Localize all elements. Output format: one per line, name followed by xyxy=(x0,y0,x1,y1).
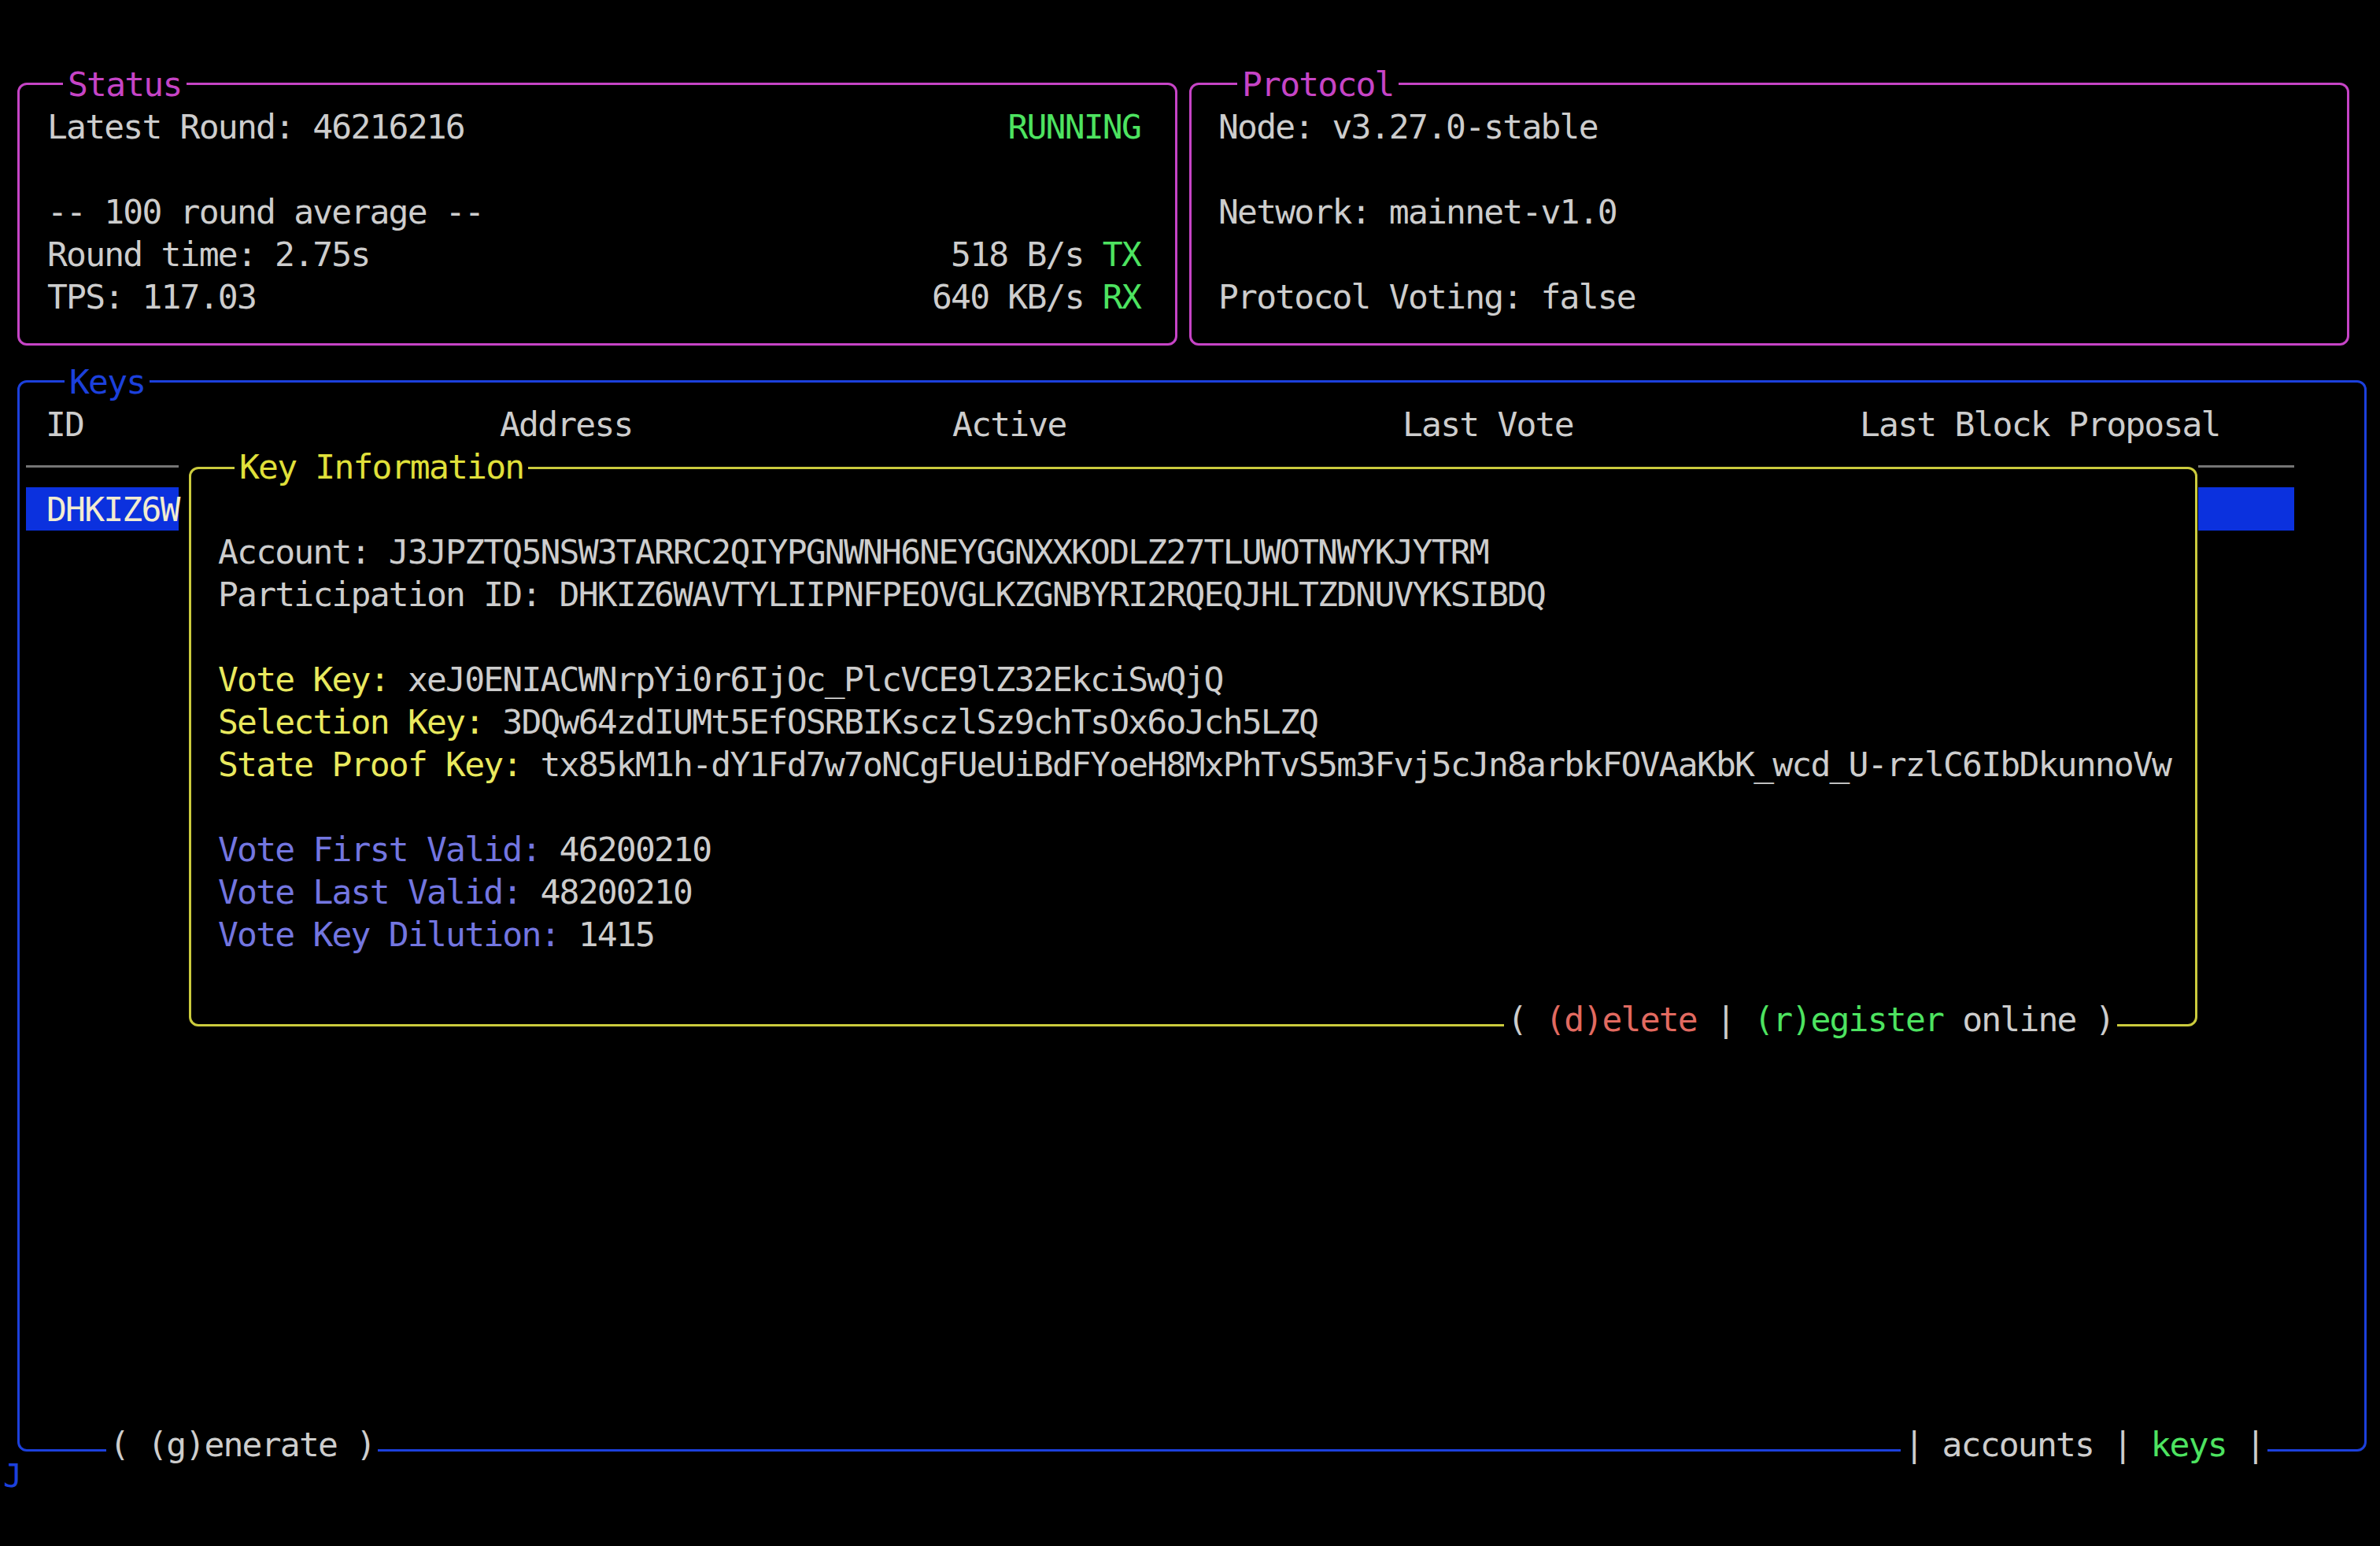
nav-accounts-tab[interactable]: accounts xyxy=(1942,1425,2094,1464)
column-header-id: ID xyxy=(46,403,83,446)
rx-rate: 640 KB/s RX xyxy=(932,276,1140,318)
state-proof-key-label: State Proof Key: xyxy=(218,745,541,784)
status-panel-title: Status xyxy=(63,63,187,105)
nav-open-pipe: | xyxy=(1904,1425,1942,1464)
key-info-actions: ( (d)elete | (r)egister online ) xyxy=(1504,998,2117,1041)
vote-key-line: Vote Key: xeJ0ENIACWNrpYi0r6IjOc_PlcVCE9… xyxy=(218,658,1223,701)
register-online-suffix[interactable]: online xyxy=(1943,1000,2076,1039)
tx-rate: 518 B/s TX xyxy=(951,233,1140,276)
vote-last-valid-label: Vote Last Valid: xyxy=(218,872,541,912)
actions-separator: | xyxy=(1697,1000,1754,1039)
round-time: Round time: 2.75s xyxy=(47,233,370,276)
node-version: Node: v3.27.0-stable xyxy=(1218,105,1598,148)
header-separator-left xyxy=(26,465,179,468)
generate-action[interactable]: ( (g)enerate ) xyxy=(106,1423,378,1466)
vote-last-valid-value: 48200210 xyxy=(541,872,693,912)
network: Network: mainnet-v1.0 xyxy=(1218,190,1617,233)
participation-label: Participation ID: xyxy=(218,575,560,614)
vote-last-valid-line: Vote Last Valid: 48200210 xyxy=(218,871,692,913)
account-line: Account: J3JPZTQ5NSW3TARRC2QIYPGNWNH6NEY… xyxy=(218,531,1488,573)
protocol-panel-title: Protocol xyxy=(1237,63,1399,105)
tx-rate-value: 518 B/s xyxy=(951,235,1103,274)
header-separator-right xyxy=(2198,465,2294,468)
nav-close-pipe: | xyxy=(2227,1425,2264,1464)
bottom-nav: | accounts | keys | xyxy=(1901,1423,2267,1466)
rx-rate-unit: RX xyxy=(1103,277,1140,316)
selection-key-line: Selection Key: 3DQw64zdIUMt5EfOSRBIKsczl… xyxy=(218,701,1318,743)
vote-key-label: Vote Key: xyxy=(218,660,408,699)
terminal-screen: Status Latest Round: 46216216 RUNNING --… xyxy=(0,0,2380,1546)
column-header-last-vote: Last Vote xyxy=(1402,403,1573,446)
state-proof-key-line: State Proof Key: tx85kM1h-dY1Fd7w7oNCgFU… xyxy=(218,743,2171,786)
protocol-voting: Protocol Voting: false xyxy=(1218,276,1635,318)
participation-line: Participation ID: DHKIZ6WAVTYLIIPNFPEOVG… xyxy=(218,573,1545,616)
actions-open-paren: ( xyxy=(1507,1000,1545,1039)
account-value: J3JPZTQ5NSW3TARRC2QIYPGNWNH6NEYGGNXXKODL… xyxy=(389,532,1488,571)
vote-key-dilution-label: Vote Key Dilution: xyxy=(218,915,578,954)
column-header-address: Address xyxy=(500,403,633,446)
state-proof-key-value: tx85kM1h-dY1Fd7w7oNCgFUeUiBdFYoeH8MxPhTv… xyxy=(541,745,2171,784)
latest-round: Latest Round: 46216216 xyxy=(47,105,464,148)
vote-key-dilution-value: 1415 xyxy=(578,915,654,954)
vote-first-valid-line: Vote First Valid: 46200210 xyxy=(218,828,711,871)
delete-action[interactable]: (d)elete xyxy=(1545,1000,1697,1039)
vote-key-value: xeJ0ENIACWNrpYi0r6IjOc_PlcVCE9lZ32EkciSw… xyxy=(408,660,1223,699)
cursor-glyph: J xyxy=(3,1455,20,1497)
vote-first-valid-label: Vote First Valid: xyxy=(218,830,560,869)
selected-row-highlight-right[interactable] xyxy=(2198,487,2294,531)
vote-key-dilution-line: Vote Key Dilution: 1415 xyxy=(218,913,654,956)
round-average-header: -- 100 round average -- xyxy=(47,190,483,233)
vote-first-valid-value: 46200210 xyxy=(560,830,711,869)
nav-separator: | xyxy=(2094,1425,2150,1464)
tps: TPS: 117.03 xyxy=(47,276,256,318)
actions-close-paren: ) xyxy=(2076,1000,2114,1039)
rx-rate-value: 640 KB/s xyxy=(932,277,1103,316)
column-header-active: Active xyxy=(952,403,1066,446)
account-label: Account: xyxy=(218,532,389,571)
tx-rate-unit: TX xyxy=(1103,235,1140,274)
selection-key-label: Selection Key: xyxy=(218,702,502,742)
column-header-last-block-proposal: Last Block Proposal xyxy=(1860,403,2220,446)
selection-key-value: 3DQw64zdIUMt5EfOSRBIKsczlSz9chTsOx6oJch5… xyxy=(502,702,1318,742)
nav-keys-tab[interactable]: keys xyxy=(2150,1425,2226,1464)
selected-row-id[interactable]: DHKIZ6W xyxy=(46,488,179,531)
keys-panel-title: Keys xyxy=(65,361,150,403)
register-action[interactable]: (r)egister xyxy=(1754,1000,1943,1039)
key-info-title: Key Information xyxy=(235,446,528,488)
participation-value: DHKIZ6WAVTYLIIPNFPEOVGLKZGNBYRI2RQEQJHLT… xyxy=(560,575,1546,614)
run-state-badge: RUNNING xyxy=(1007,105,1140,148)
